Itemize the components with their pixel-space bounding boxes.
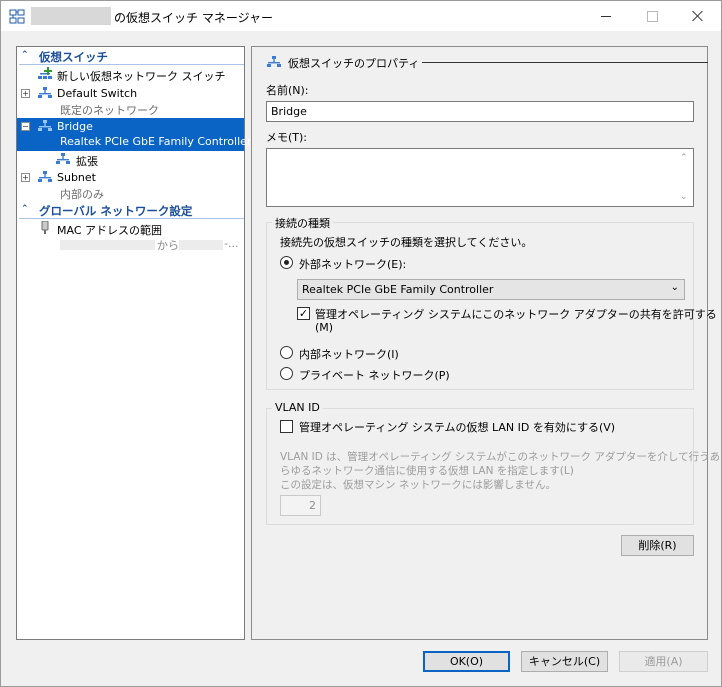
virtual-switch-icon (38, 171, 52, 182)
external-network-label: 外部ネットワーク(E): (299, 258, 407, 271)
external-network-radio[interactable] (280, 256, 293, 269)
redacted-mac-start (60, 240, 155, 250)
properties-header: 仮想スイッチのプロパティ (266, 54, 708, 70)
connection-type-group: 接続の種類 接続先の仮想スイッチの種類を選択してください。 外部ネットワーク(E… (266, 215, 717, 390)
virtual-switch-icon (38, 120, 52, 131)
header-divider (422, 62, 708, 63)
connection-type-title: 接続の種類 (272, 215, 333, 231)
tree-item-subnet[interactable]: + Subnet 内部のみ (17, 169, 244, 202)
allow-share-label-mnemonic: (M) (315, 321, 334, 334)
vlan-description-line1: VLAN ID は、管理オペレーティング システムがこのネットワーク アダプター… (280, 451, 721, 463)
collapse-icon[interactable]: − (21, 122, 30, 131)
vlan-description-line2: らゆるネットワーク通信に使用する仮想 LAN を指定します(L) (280, 465, 574, 477)
network-adapter-icon (41, 221, 49, 234)
apply-button[interactable]: 適用(A) (619, 651, 708, 672)
section-global-network-settings[interactable]: ⌃ グローバル ネットワーク設定 (19, 202, 244, 219)
vlan-description-line3: この設定は、仮想マシン ネットワークには影響しません。 (280, 479, 557, 491)
vlan-enable-label: 管理オペレーティング システムの仮想 LAN ID を有効にする(V) (299, 421, 616, 434)
maximize-icon[interactable] (629, 1, 675, 31)
tree-item-new-switch[interactable]: 新しい仮想ネットワーク スイッチ (17, 66, 244, 84)
minimize-icon[interactable] (583, 1, 629, 31)
vlan-group: VLAN ID 管理オペレーティング システムの仮想 LAN ID を有効にする… (266, 401, 720, 525)
tree-item-default-switch[interactable]: + Default Switch 既定のネットワーク (17, 85, 244, 118)
vlan-id-input[interactable]: 2 (280, 495, 321, 516)
virtual-switch-manager-window: の仮想スイッチ マネージャー ⌃ 仮想スイッチ 新しい仮想ネットワーク スイッチ… (0, 0, 722, 687)
tree-item-mac-range[interactable]: MAC アドレスの範囲 から -... (17, 220, 244, 253)
redacted-mac-end (179, 240, 223, 250)
new-switch-icon (38, 67, 52, 79)
memo-scrollbar[interactable]: ⌃ ⌄ (676, 149, 693, 206)
delete-button[interactable]: 削除(R) (621, 535, 694, 556)
tree-item-bridge[interactable]: − Bridge Realtek PCIe GbE Family Control… (17, 118, 251, 151)
private-network-label: プライベート ネットワーク(P) (299, 369, 450, 382)
name-field[interactable]: Bridge (266, 101, 694, 122)
switch-tree-panel: ⌃ 仮想スイッチ 新しい仮想ネットワーク スイッチ + Default Swit… (16, 46, 251, 640)
expand-icon[interactable]: + (21, 89, 30, 98)
chevron-down-icon: ⌄ (670, 282, 679, 293)
close-icon[interactable] (675, 1, 721, 31)
memo-label: メモ(T): (266, 131, 308, 144)
connection-type-description: 接続先の仮想スイッチの種類を選択してください。 (280, 236, 533, 249)
title-bar: の仮想スイッチ マネージャー (1, 1, 721, 31)
ok-button[interactable]: OK(O) (423, 651, 510, 672)
virtual-switch-icon (38, 87, 52, 98)
allow-share-label: 管理オペレーティング システムにこのネットワーク アダプターの共有を許可する (315, 308, 717, 321)
internal-network-label: 内部ネットワーク(I) (299, 348, 399, 361)
properties-title: 仮想スイッチのプロパティ (288, 57, 420, 70)
virtual-switch-icon (267, 56, 281, 67)
vlan-enable-checkbox[interactable] (280, 420, 293, 433)
scroll-up-icon[interactable]: ⌃ (680, 153, 688, 163)
collapse-arrow-icon[interactable]: ⌃ (21, 50, 29, 60)
memo-field[interactable]: ⌃ ⌄ (266, 148, 694, 207)
cancel-button[interactable]: キャンセル(C) (521, 651, 608, 672)
name-label: 名前(N): (266, 84, 309, 97)
internal-network-radio[interactable] (280, 346, 293, 359)
switch-manager-app-icon (9, 9, 25, 24)
allow-share-checkbox[interactable]: ✓ (297, 307, 310, 320)
network-adapter-select[interactable]: Realtek PCIe GbE Family Controller ⌄ (297, 279, 685, 300)
vlan-title: VLAN ID (272, 401, 323, 414)
expand-icon[interactable]: + (21, 173, 30, 182)
window-title: の仮想スイッチ マネージャー (114, 11, 273, 25)
tree-item-extension[interactable]: 拡張 (17, 151, 244, 169)
extension-icon (56, 153, 70, 164)
collapse-arrow-icon[interactable]: ⌃ (21, 204, 29, 214)
private-network-radio[interactable] (280, 367, 293, 380)
switch-properties-panel: 仮想スイッチのプロパティ 名前(N): Bridge メモ(T): ⌃ ⌄ 接続… (251, 46, 720, 640)
redacted-host-name (31, 7, 111, 25)
scroll-down-icon[interactable]: ⌄ (680, 192, 688, 202)
section-virtual-switches[interactable]: ⌃ 仮想スイッチ (19, 48, 244, 65)
